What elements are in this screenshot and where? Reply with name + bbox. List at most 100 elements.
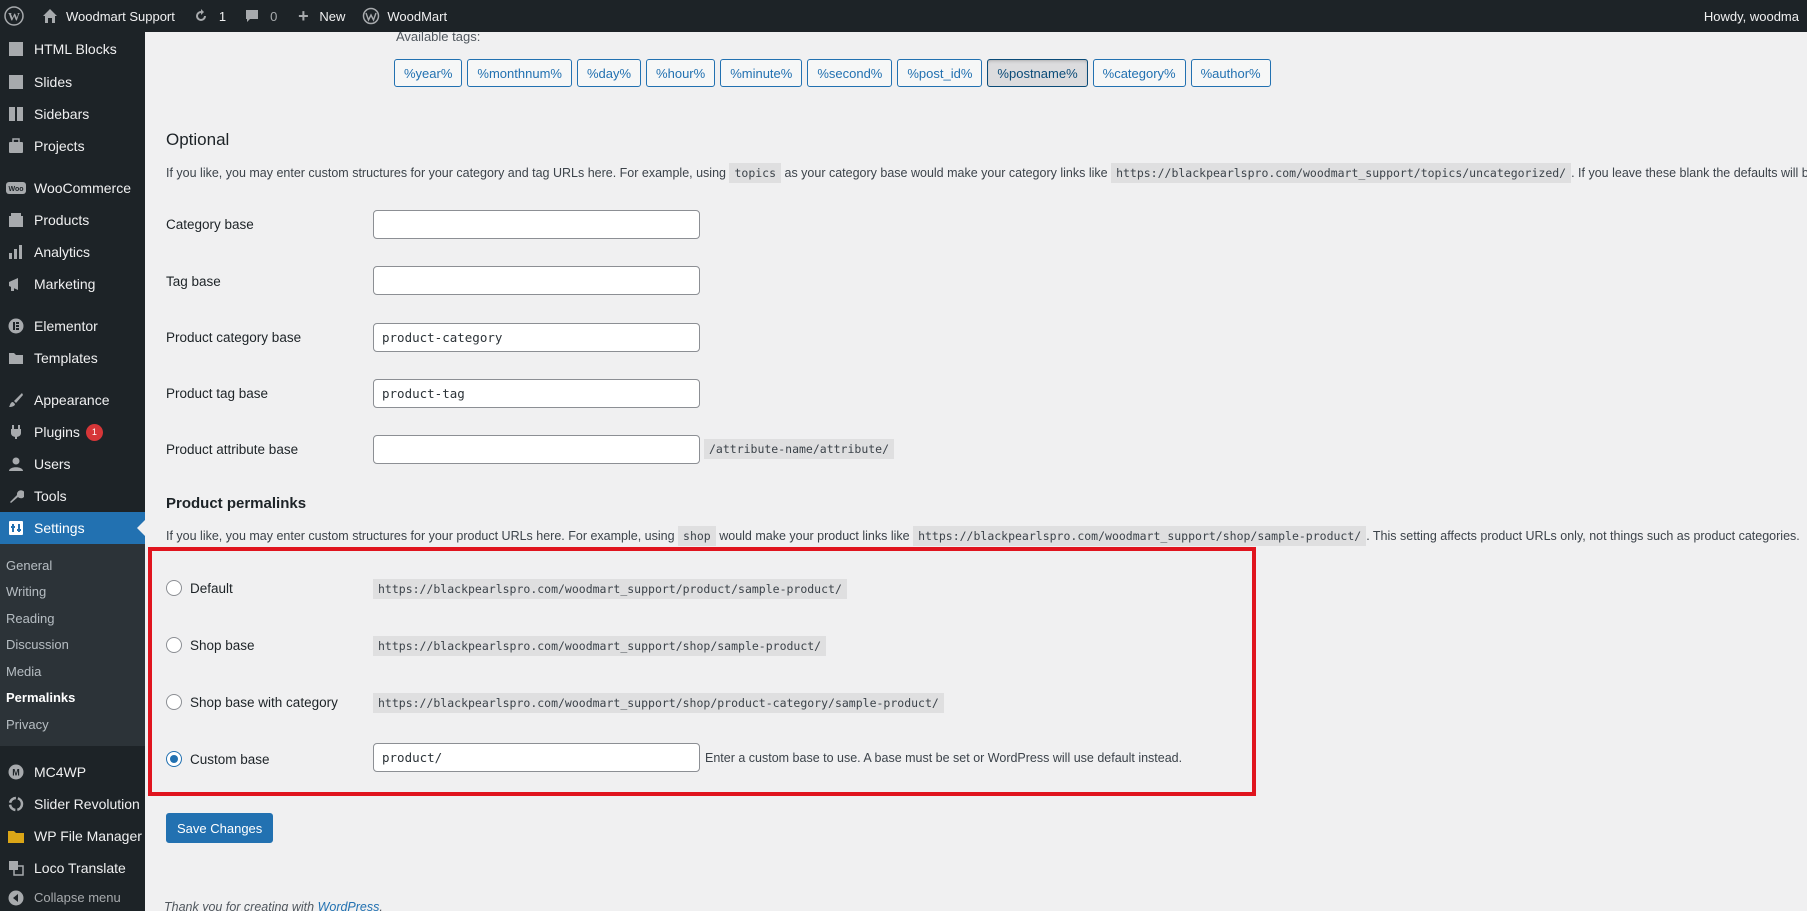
sidebars-icon [6, 104, 26, 124]
submenu-general[interactable]: General [0, 552, 145, 579]
sidebar-item-loco-translate[interactable]: Loco Translate [0, 852, 145, 884]
default-label: Default [190, 580, 233, 596]
wordpress-link[interactable]: WordPress [318, 900, 380, 911]
sidebar-item-slides[interactable]: Slides [0, 66, 145, 98]
wordpress-icon: W [4, 6, 24, 26]
tag-postname-button[interactable]: %postname% [987, 59, 1088, 87]
shop-base-radio[interactable] [166, 637, 182, 653]
tag-base-input[interactable] [373, 266, 700, 295]
woodmart-icon [361, 6, 381, 26]
sidebar-item-settings[interactable]: Settings [0, 512, 145, 544]
submenu-discussion[interactable]: Discussion [0, 632, 145, 659]
sidebar-item-analytics[interactable]: Analytics [0, 236, 145, 268]
product-attribute-base-label: Product attribute base [166, 442, 299, 457]
permalink-option-custom-base[interactable]: Custom base [166, 751, 270, 767]
users-icon [6, 454, 26, 474]
permalink-option-shop-base[interactable]: Shop base [166, 637, 255, 653]
plugins-icon [6, 422, 26, 442]
portfolio-icon [6, 136, 26, 156]
category-example-code: https://blackpearlspro.com/woodmart_supp… [1111, 163, 1572, 183]
sidebar-item-html-blocks[interactable]: HTML Blocks [0, 32, 145, 66]
default-radio[interactable] [166, 580, 182, 596]
sidebar-item-products[interactable]: Products [0, 204, 145, 236]
product-permalinks-description: If you like, you may enter custom struct… [166, 526, 1800, 546]
custom-base-description: Enter a custom base to use. A base must … [705, 751, 1183, 765]
sidebar-item-appearance[interactable]: Appearance [0, 384, 145, 416]
footer-credit: Thank you for creating with WordPress. [164, 900, 383, 911]
tag-hour-button[interactable]: %hour% [646, 59, 716, 87]
svg-text:Woo: Woo [8, 186, 23, 193]
permalink-option-default[interactable]: Default [166, 580, 233, 596]
custom-base-label: Custom base [190, 751, 270, 767]
tag-minute-button[interactable]: %minute% [720, 59, 803, 87]
tag-monthnum-button[interactable]: %monthnum% [467, 59, 572, 87]
sidebar-item-mc4wp[interactable]: M MC4WP [0, 756, 145, 788]
analytics-icon [6, 242, 26, 262]
sidebar-item-sidebars[interactable]: Sidebars [0, 98, 145, 130]
submenu-writing[interactable]: Writing [0, 579, 145, 606]
category-base-input[interactable] [373, 210, 700, 239]
submenu-privacy[interactable]: Privacy [0, 711, 145, 738]
product-category-base-input[interactable]: product-category [373, 323, 700, 352]
tag-category-button[interactable]: %category% [1092, 59, 1186, 87]
collapse-menu-button[interactable]: Collapse menu [0, 884, 145, 911]
woodmart-link[interactable]: WoodMart [353, 0, 455, 32]
slider-revolution-icon [6, 794, 26, 814]
my-account-link[interactable]: Howdy, woodma [1696, 0, 1807, 32]
available-tags-row: %year% %monthnum% %day% %hour% %minute% … [394, 59, 1271, 87]
tag-second-button[interactable]: %second% [807, 59, 893, 87]
updates-icon [191, 6, 211, 26]
optional-description: If you like, you may enter custom struct… [166, 163, 1807, 183]
woocommerce-icon: Woo [6, 178, 26, 198]
site-name-link[interactable]: Woodmart Support [32, 0, 183, 32]
permalink-option-shop-base-category[interactable]: Shop base with category [166, 694, 338, 710]
shop-base-category-label: Shop base with category [190, 694, 338, 710]
sidebar-item-wp-file-manager[interactable]: WP File Manager [0, 820, 145, 852]
tag-post-id-button[interactable]: %post_id% [897, 59, 983, 87]
svg-text:W: W [8, 10, 20, 24]
sidebar-item-marketing[interactable]: Marketing [0, 268, 145, 300]
updates-link[interactable]: 1 [183, 0, 234, 32]
shop-base-category-radio[interactable] [166, 694, 182, 710]
file-manager-icon [6, 826, 26, 846]
new-content-link[interactable]: + New [285, 0, 353, 32]
product-tag-base-label: Product tag base [166, 386, 269, 401]
topics-code: topics [729, 163, 782, 183]
save-changes-button[interactable]: Save Changes [166, 813, 274, 843]
submenu-reading[interactable]: Reading [0, 605, 145, 632]
sidebar-item-users[interactable]: Users [0, 448, 145, 480]
settings-submenu: General Writing Reading Discussion Media… [0, 544, 145, 746]
wrench-icon [6, 486, 26, 506]
sidebar-item-tools[interactable]: Tools [0, 480, 145, 512]
custom-base-input[interactable]: product/ [373, 743, 700, 772]
comments-count: 0 [270, 8, 278, 24]
folder-icon [6, 348, 26, 368]
updates-count: 1 [218, 8, 227, 24]
sidebar-item-elementor[interactable]: Elementor [0, 310, 145, 342]
product-category-base-label: Product category base [166, 330, 302, 345]
submenu-permalinks[interactable]: Permalinks [0, 685, 145, 712]
tag-author-button[interactable]: %author% [1190, 59, 1271, 87]
comment-icon [242, 6, 262, 26]
product-attribute-base-input[interactable] [373, 435, 700, 464]
tag-day-button[interactable]: %day% [576, 59, 642, 87]
optional-heading: Optional [166, 130, 230, 149]
mc4wp-icon: M [6, 762, 26, 782]
collapse-icon [6, 888, 26, 908]
comments-link[interactable]: 0 [234, 0, 285, 32]
svg-text:M: M [12, 767, 20, 777]
sidebar-item-plugins[interactable]: Plugins 1 [0, 416, 145, 448]
sidebar-item-projects[interactable]: Projects [0, 130, 145, 162]
submenu-media[interactable]: Media [0, 658, 145, 685]
product-tag-base-input[interactable]: product-tag [373, 379, 700, 408]
sidebar-item-templates[interactable]: Templates [0, 342, 145, 374]
settings-icon [6, 518, 26, 538]
tag-year-button[interactable]: %year% [394, 59, 463, 87]
wordpress-logo[interactable]: W [0, 0, 32, 32]
custom-base-radio[interactable] [166, 751, 182, 767]
sidebar-item-woocommerce[interactable]: Woo WooCommerce [0, 172, 145, 204]
sidebar-item-slider-revolution[interactable]: Slider Revolution [0, 788, 145, 820]
products-icon [6, 210, 26, 230]
site-name: Woodmart Support [66, 8, 175, 24]
product-permalinks-heading: Product permalinks [166, 495, 307, 512]
